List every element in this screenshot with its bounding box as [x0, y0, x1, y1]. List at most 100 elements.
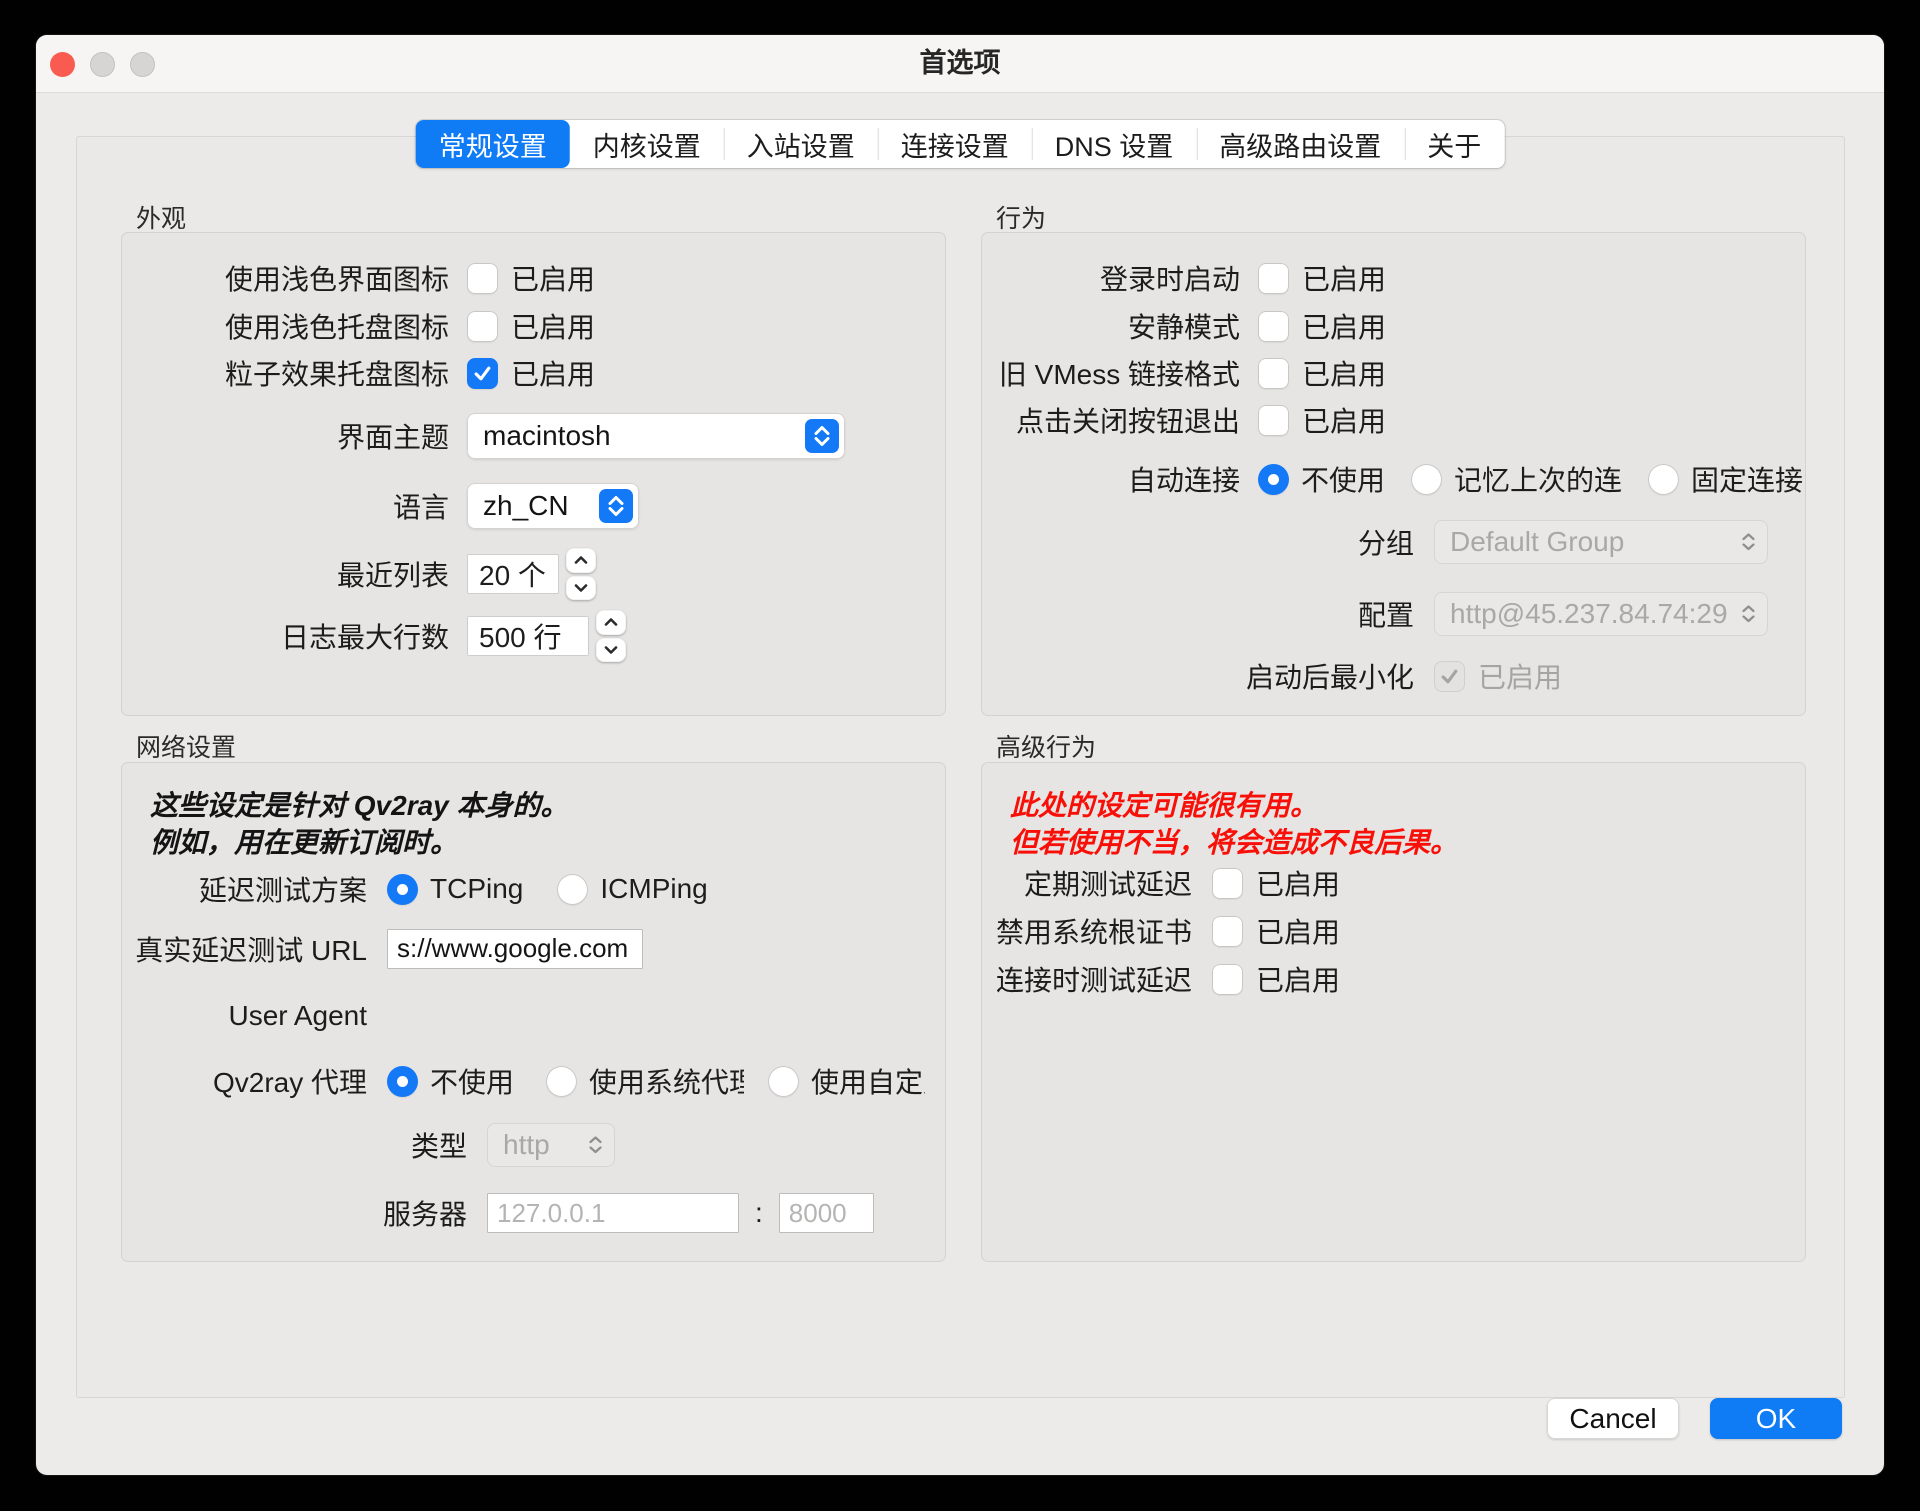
proxy-type-dropdown: http: [487, 1123, 615, 1167]
language-label: 语言: [122, 486, 449, 526]
radio-icon[interactable]: [387, 874, 418, 905]
window-title: 首选项: [36, 35, 1884, 92]
network-note-line1: 这些设定是针对 Qv2ray 本身的。: [150, 787, 569, 824]
stepper-up-icon[interactable]: [596, 610, 626, 635]
proxy-option-none[interactable]: 不使用: [387, 1063, 514, 1099]
tab-about[interactable]: 关于: [1404, 120, 1504, 168]
recent-list-input[interactable]: 20 个: [467, 554, 559, 594]
enabled-label: 已启用: [1256, 863, 1340, 903]
radio-icon[interactable]: [1411, 464, 1442, 495]
config-select-dropdown: http@45.237.84.74:29: [1434, 592, 1768, 636]
latency-option-icmping[interactable]: ICMPing: [557, 873, 707, 905]
stepper-down-icon[interactable]: [596, 638, 626, 663]
recent-list-stepper[interactable]: [566, 548, 596, 600]
light-ui-icons-row: 使用浅色界面图标 已启用: [122, 260, 945, 296]
log-max-lines-stepper[interactable]: [596, 610, 626, 662]
tab-dns-settings[interactable]: DNS 设置: [1032, 120, 1197, 168]
minimize-after-start-label: 启动后最小化: [982, 656, 1414, 696]
language-row: 语言 zh_CN: [122, 483, 945, 529]
user-agent-row: User Agent: [122, 998, 945, 1034]
stepper-down-icon[interactable]: [566, 576, 596, 601]
enabled-label: 已启用: [1256, 959, 1340, 999]
auto-connect-option-fixed[interactable]: 固定连接: [1648, 459, 1803, 499]
light-ui-icons-checkbox[interactable]: [467, 263, 498, 294]
advanced-group: 此处的设定可能很有用。 但若使用不当，将会造成不良后果。 定期测试延迟 已启用 …: [981, 762, 1806, 1262]
close-window-icon[interactable]: [50, 52, 75, 77]
radio-icon[interactable]: [387, 1066, 418, 1097]
tab-advanced-routing-settings[interactable]: 高级路由设置: [1196, 120, 1404, 168]
config-select-row: 配置 http@45.237.84.74:29: [982, 592, 1805, 636]
disable-system-root-certs-checkbox[interactable]: [1212, 916, 1243, 947]
proxy-option-system[interactable]: 使用系统代理: [546, 1063, 744, 1099]
old-vmess-format-row: 旧 VMess 链接格式 已启用: [982, 355, 1805, 391]
quit-on-close-checkbox[interactable]: [1258, 405, 1289, 436]
ui-theme-dropdown[interactable]: macintosh: [467, 413, 845, 459]
chevron-up-down-icon: [599, 489, 633, 523]
enabled-label: 已启用: [511, 353, 595, 393]
network-group-label: 网络设置: [136, 728, 236, 764]
enabled-label: 已启用: [1478, 656, 1562, 696]
particle-tray-icon-checkbox[interactable]: [467, 358, 498, 389]
ok-button[interactable]: OK: [1710, 1398, 1842, 1439]
light-tray-icons-checkbox[interactable]: [467, 311, 498, 342]
config-select-value: http@45.237.84.74:29: [1450, 598, 1728, 630]
enabled-label: 已启用: [1302, 353, 1386, 393]
enabled-label: 已启用: [1302, 400, 1386, 440]
title-bar: 首选项: [36, 35, 1884, 93]
latency-test-method-row: 延迟测试方案 TCPing ICMPing: [122, 871, 945, 907]
log-max-lines-row: 日志最大行数 500 行: [122, 610, 945, 662]
ui-theme-row: 界面主题 macintosh: [122, 413, 945, 459]
disable-system-root-certs-label: 禁用系统根证书: [982, 911, 1192, 951]
test-latency-on-connect-label: 连接时测试延迟: [982, 959, 1192, 999]
language-dropdown[interactable]: zh_CN: [467, 483, 639, 529]
qv2ray-proxy-label: Qv2ray 代理: [122, 1063, 367, 1099]
ui-theme-label: 界面主题: [122, 416, 449, 456]
general-settings-pane: 外观 使用浅色界面图标 已启用 使用浅色托盘图标 已启用 粒子效果托盘图标: [76, 136, 1845, 1398]
old-vmess-format-checkbox[interactable]: [1258, 358, 1289, 389]
latency-option-tcping[interactable]: TCPing: [387, 873, 523, 905]
appearance-group-label: 外观: [136, 199, 186, 235]
minimize-after-start-checkbox: [1434, 661, 1465, 692]
tab-kernel-settings[interactable]: 内核设置: [570, 120, 724, 168]
proxy-type-label: 类型: [122, 1125, 467, 1165]
quiet-mode-checkbox[interactable]: [1258, 311, 1289, 342]
recent-list-label: 最近列表: [122, 554, 449, 594]
log-max-lines-input[interactable]: 500 行: [467, 616, 589, 656]
proxy-server-label: 服务器: [122, 1193, 467, 1233]
light-ui-icons-label: 使用浅色界面图标: [122, 258, 449, 298]
start-at-login-row: 登录时启动 已启用: [982, 260, 1805, 296]
radio-icon[interactable]: [1648, 464, 1679, 495]
latency-test-method-label: 延迟测试方案: [122, 869, 367, 909]
start-at-login-label: 登录时启动: [982, 258, 1240, 298]
network-note: 这些设定是针对 Qv2ray 本身的。 例如，用在更新订阅时。: [150, 787, 569, 861]
proxy-option-custom[interactable]: 使用自定义代理: [768, 1063, 925, 1099]
behavior-group: 登录时启动 已启用 安静模式 已启用 旧 VMess 链接格式 已启用: [981, 232, 1806, 716]
periodic-latency-test-checkbox[interactable]: [1212, 868, 1243, 899]
real-latency-url-input[interactable]: s://www.google.com: [387, 929, 643, 969]
enabled-label: 已启用: [1256, 911, 1340, 951]
test-latency-on-connect-row: 连接时测试延迟 已启用: [982, 961, 1805, 997]
test-latency-on-connect-checkbox[interactable]: [1212, 964, 1243, 995]
radio-icon[interactable]: [768, 1066, 799, 1097]
user-agent-label: User Agent: [122, 1000, 367, 1032]
auto-connect-option-none[interactable]: 不使用: [1258, 459, 1385, 499]
tab-inbound-settings[interactable]: 入站设置: [724, 120, 878, 168]
proxy-port-input[interactable]: [779, 1193, 874, 1233]
language-value: zh_CN: [483, 490, 569, 522]
radio-icon[interactable]: [557, 874, 588, 905]
particle-tray-icon-row: 粒子效果托盘图标 已启用: [122, 355, 945, 391]
check-icon: [1440, 667, 1459, 686]
light-tray-icons-row: 使用浅色托盘图标 已启用: [122, 308, 945, 344]
cancel-button[interactable]: Cancel: [1547, 1398, 1679, 1439]
proxy-host-input[interactable]: [487, 1193, 739, 1233]
radio-icon[interactable]: [1258, 464, 1289, 495]
stepper-up-icon[interactable]: [566, 548, 596, 573]
tab-bar: 常规设置 内核设置 入站设置 连接设置 DNS 设置 高级路由设置 关于: [416, 120, 1505, 168]
radio-icon[interactable]: [546, 1066, 577, 1097]
auto-connect-option-last-connected[interactable]: 记忆上次的连: [1411, 459, 1622, 499]
start-at-login-checkbox[interactable]: [1258, 263, 1289, 294]
tab-connection-settings[interactable]: 连接设置: [878, 120, 1032, 168]
quit-on-close-row: 点击关闭按钮退出 已启用: [982, 402, 1805, 438]
proxy-type-value: http: [503, 1129, 550, 1161]
tab-general-settings[interactable]: 常规设置: [416, 120, 570, 168]
